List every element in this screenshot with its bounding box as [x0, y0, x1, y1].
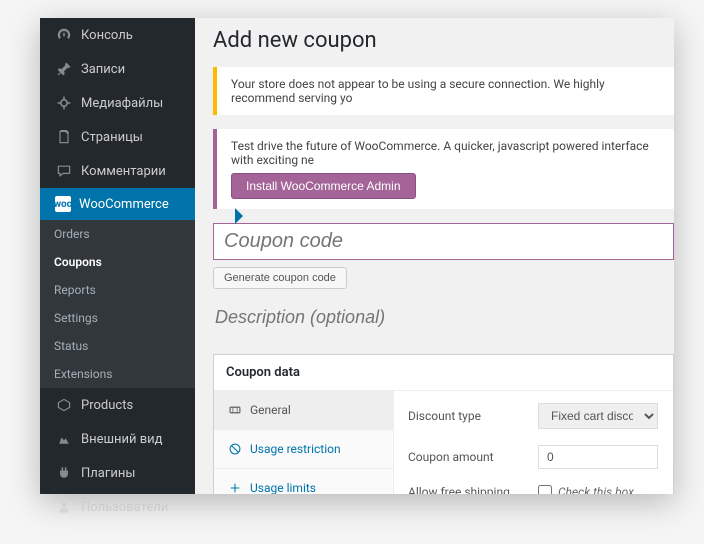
field-label: Allow free shipping	[408, 485, 538, 494]
main-content: Add new coupon Your store does not appea…	[195, 18, 674, 494]
menu-comments[interactable]: Комментарии	[40, 154, 195, 188]
menu-posts[interactable]: Записи	[40, 52, 195, 86]
page-title: Add new coupon	[213, 28, 674, 53]
menu-users[interactable]: Пользователи	[40, 490, 195, 524]
field-label: Discount type	[408, 409, 538, 423]
menu-label: Консоль	[81, 28, 133, 43]
menu-label: Медиафайлы	[81, 96, 163, 111]
woocommerce-submenu: Orders Coupons Reports Settings Status E…	[40, 220, 195, 388]
menu-label: Комментарии	[81, 164, 166, 179]
plugins-icon	[55, 464, 73, 482]
submenu-status[interactable]: Status	[40, 332, 195, 360]
field-discount-type: Discount type Fixed cart discoun	[394, 395, 673, 437]
comments-icon	[55, 162, 73, 180]
field-free-shipping: Allow free shipping Check this box	[394, 477, 673, 494]
products-icon	[55, 396, 73, 414]
tab-label: Usage limits	[250, 481, 316, 494]
notice-woocommerce-admin: Test drive the future of WooCommerce. A …	[213, 129, 674, 209]
general-icon	[228, 402, 242, 418]
coupon-data-box: Coupon data General Usage restriction Us…	[213, 354, 674, 494]
menu-label: Products	[81, 398, 133, 413]
menu-label: WooCommerce	[79, 197, 169, 212]
tab-label: General	[250, 403, 291, 417]
submenu-settings[interactable]: Settings	[40, 304, 195, 332]
appearance-icon	[55, 430, 73, 448]
tab-general[interactable]: General	[214, 391, 393, 430]
notice-text: Your store does not appear to be using a…	[231, 77, 605, 105]
coupon-amount-input[interactable]	[538, 445, 658, 469]
tab-usage-limits[interactable]: Usage limits	[214, 469, 393, 494]
limits-icon	[228, 480, 242, 494]
box-title: Coupon data	[214, 355, 673, 391]
menu-label: Пользователи	[81, 500, 168, 515]
tab-usage-restriction[interactable]: Usage restriction	[214, 430, 393, 469]
submenu-reports[interactable]: Reports	[40, 276, 195, 304]
media-icon	[55, 94, 73, 112]
notice-text: Test drive the future of WooCommerce. A …	[231, 139, 649, 167]
menu-label: Плагины	[81, 466, 135, 481]
generate-coupon-code-button[interactable]: Generate coupon code	[213, 267, 347, 289]
checkbox-label: Check this box	[558, 485, 634, 494]
restriction-icon	[228, 441, 242, 457]
menu-products[interactable]: Products	[40, 388, 195, 422]
field-label: Coupon amount	[408, 450, 538, 464]
coupon-fields: Discount type Fixed cart discoun Coupon …	[394, 391, 673, 494]
coupon-code-input[interactable]	[213, 223, 674, 260]
menu-pages[interactable]: Страницы	[40, 120, 195, 154]
woo-icon: woo	[55, 196, 71, 212]
discount-type-select[interactable]: Fixed cart discoun	[538, 403, 658, 429]
pin-icon	[55, 60, 73, 78]
active-menu-arrow	[235, 208, 243, 224]
field-coupon-amount: Coupon amount	[394, 437, 673, 477]
pages-icon	[55, 128, 73, 146]
menu-console[interactable]: Консоль	[40, 18, 195, 52]
install-woocommerce-admin-button[interactable]: Install WooCommerce Admin	[231, 173, 416, 199]
users-icon	[55, 498, 73, 516]
menu-label: Записи	[81, 62, 125, 77]
dashboard-icon	[55, 26, 73, 44]
submenu-coupons[interactable]: Coupons	[40, 248, 195, 276]
menu-label: Внешний вид	[81, 432, 163, 447]
menu-woocommerce[interactable]: woo WooCommerce	[40, 188, 195, 220]
submenu-orders[interactable]: Orders	[40, 220, 195, 248]
tab-label: Usage restriction	[250, 442, 341, 456]
menu-appearance[interactable]: Внешний вид	[40, 422, 195, 456]
menu-plugins[interactable]: Плагины	[40, 456, 195, 490]
free-shipping-checkbox[interactable]	[538, 485, 552, 494]
coupon-description-input[interactable]	[213, 301, 674, 334]
coupon-tabs: General Usage restriction Usage limits	[214, 391, 394, 494]
admin-sidebar: Консоль Записи Медиафайлы Страницы Комме…	[40, 18, 195, 494]
notice-secure-connection: Your store does not appear to be using a…	[213, 67, 674, 115]
menu-label: Страницы	[81, 130, 143, 145]
submenu-extensions[interactable]: Extensions	[40, 360, 195, 388]
menu-media[interactable]: Медиафайлы	[40, 86, 195, 120]
